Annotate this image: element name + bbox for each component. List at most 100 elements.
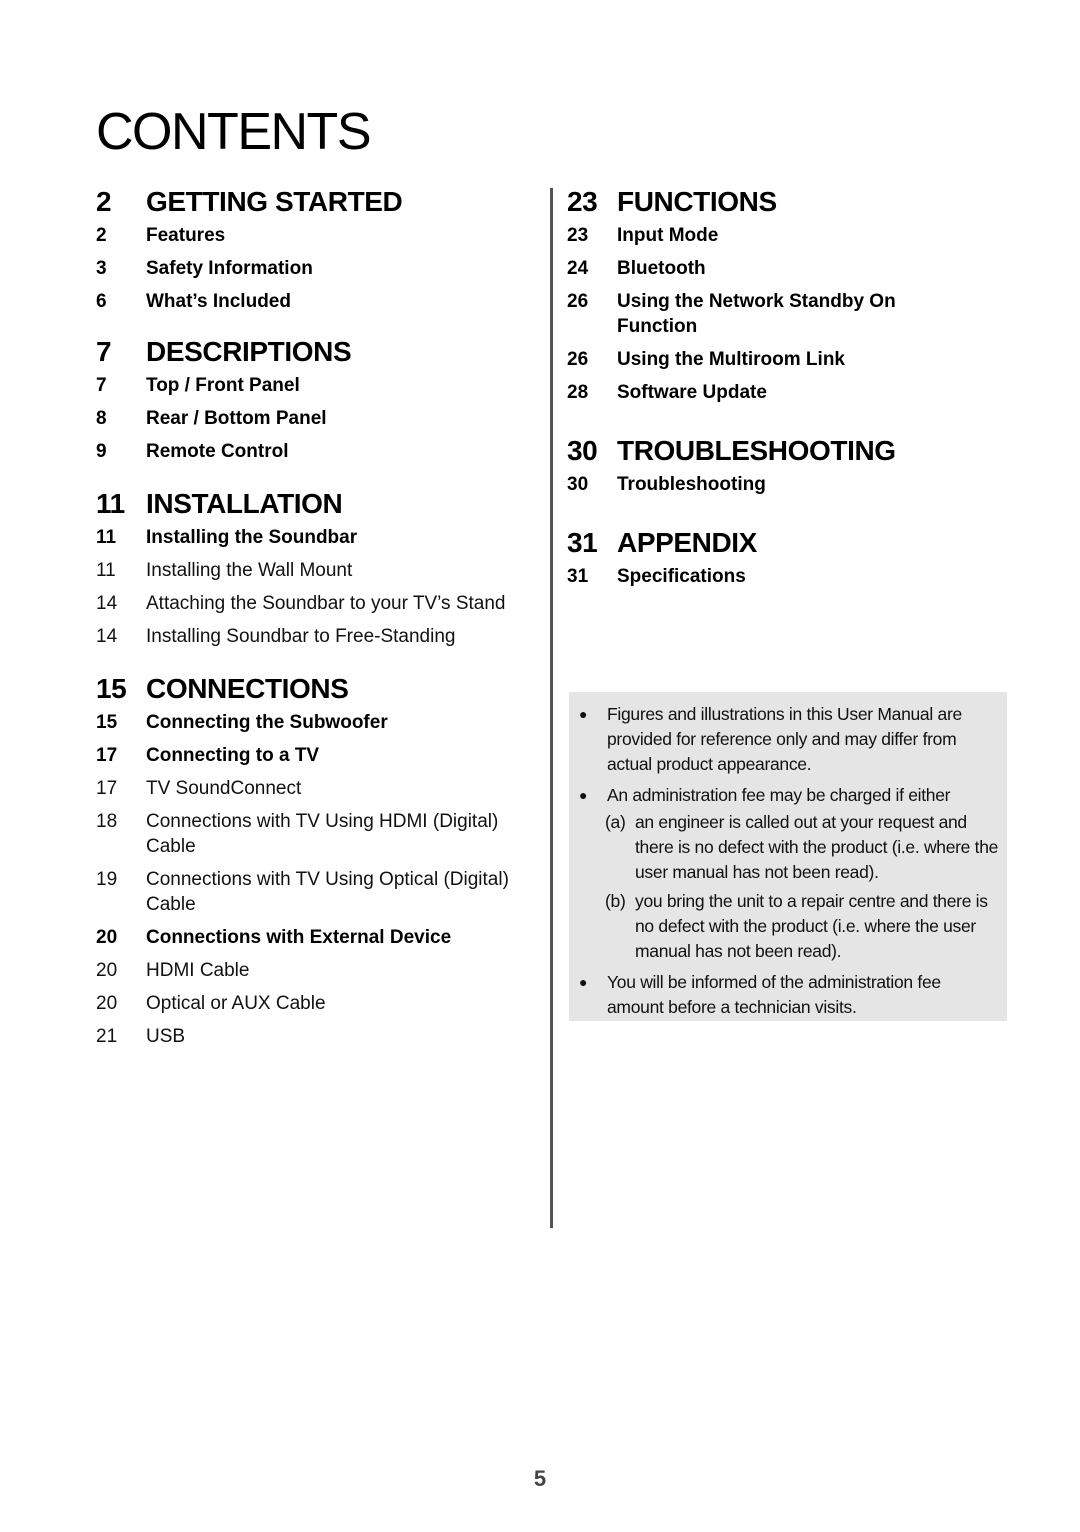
entry-label: Specifications [617,566,746,587]
section-page-number: 31 [567,527,598,558]
section-title: CONNECTIONS [146,673,349,704]
entry-page-number: 24 [567,258,589,279]
entry-page-number: 8 [96,408,107,429]
section-heading[interactable]: 15 CONNECTIONS [96,671,526,707]
section-heading[interactable]: 31 APPENDIX [567,525,1007,561]
toc-entry[interactable]: 18 Connections with TV Using HDMI (Digita… [96,809,526,859]
notice-bullet: ● An administration fee may be charged i… [577,783,999,808]
entry-label: Bluetooth [617,258,706,279]
entry-page-number: 21 [96,1026,118,1047]
toc-entry[interactable]: 14 Installing Soundbar to Free-Standing [96,624,526,649]
entry-page-number: 7 [96,375,107,396]
entry-label: HDMI Cable [146,960,250,981]
toc-entry[interactable]: 23 Input Mode [567,223,1007,248]
toc-entry[interactable]: 2 Features [96,223,526,248]
section-title: DESCRIPTIONS [146,336,352,367]
entry-label: Using the Network Standby On Function [617,291,896,337]
entry-page-number: 17 [96,745,118,766]
section-title: APPENDIX [617,527,757,558]
section-title: GETTING STARTED [146,186,403,217]
toc-entry[interactable]: 31 Specifications [567,564,1007,589]
bullet-icon: ● [579,706,588,722]
entry-page-number: 30 [567,474,589,495]
section-title: TROUBLESHOOTING [617,435,896,466]
entry-label: What’s Included [146,291,291,312]
entry-page-number: 9 [96,441,107,462]
toc-entry[interactable]: 20 Connections with External Device [96,925,526,950]
section-heading[interactable]: 30 TROUBLESHOOTING [567,433,1007,469]
entry-page-number: 18 [96,811,118,832]
notice-text: You will be informed of the administrati… [607,972,941,1017]
section-page-number: 23 [567,186,598,217]
notice-sub-item: (b) you bring the unit to a repair centr… [605,889,999,964]
toc-section: 30 TROUBLESHOOTING 30 Troubleshooting [567,433,1007,497]
sub-item-text: you bring the unit to a repair centre an… [635,891,988,961]
entry-label: Optical or AUX Cable [146,993,326,1014]
entry-page-number: 3 [96,258,107,279]
toc-section: 31 APPENDIX 31 Specifications [567,525,1007,589]
entry-page-number: 6 [96,291,107,312]
entry-page-number: 17 [96,778,118,799]
entry-page-number: 26 [567,349,589,370]
toc-entry[interactable]: 3 Safety Information [96,256,526,281]
toc-left-column: 2 GETTING STARTED 2 Features 3 Safety Info… [96,184,526,1071]
entry-page-number: 19 [96,869,118,890]
section-page-number: 30 [567,435,598,466]
notice-text: An administration fee may be charged if … [607,785,951,805]
toc-entry[interactable]: 9 Remote Control [96,439,526,464]
toc-entry[interactable]: 6 What’s Included [96,289,526,314]
notice-bullet: ● You will be informed of the administra… [577,970,999,1020]
toc-right-column: 23 FUNCTIONS 23 Input Mode 24 Bluetooth 26… [567,184,1007,611]
entry-label: Installing the Soundbar [146,527,358,548]
entry-page-number: 14 [96,626,118,647]
entry-label: Remote Control [146,441,289,462]
toc-entry[interactable]: 17 TV SoundConnect [96,776,526,801]
section-heading[interactable]: 2 GETTING STARTED [96,184,526,220]
toc-entry[interactable]: 19 Connections with TV Using Optical (Dig… [96,867,526,917]
notice-sub-item: (a) an engineer is called out at your re… [605,810,999,885]
entry-page-number: 23 [567,225,589,246]
toc-entry[interactable]: 20 Optical or AUX Cable [96,991,526,1016]
toc-entry[interactable]: 26 Using the Multiroom Link [567,347,1007,372]
toc-entry[interactable]: 26 Using the Network Standby On Function [567,289,1007,339]
bullet-icon: ● [579,974,588,990]
entry-page-number: 15 [96,712,118,733]
toc-entry[interactable]: 11 Installing the Soundbar [96,525,526,550]
column-divider [550,188,553,1228]
toc-entry[interactable]: 21 USB [96,1024,526,1049]
entry-page-number: 26 [567,291,589,312]
section-heading[interactable]: 23 FUNCTIONS [567,184,1007,220]
entry-label: TV SoundConnect [146,778,302,799]
notice-bullet: ● Figures and illustrations in this User… [577,702,999,777]
page-title: CONTENTS [96,103,372,161]
toc-entry[interactable]: 28 Software Update [567,380,1007,405]
toc-entry[interactable]: 8 Rear / Bottom Panel [96,406,526,431]
toc-entry[interactable]: 7 Top / Front Panel [96,373,526,398]
bullet-icon: ● [579,787,588,803]
entry-label: Installing Soundbar to Free-Standing [146,626,456,647]
section-heading[interactable]: 11 INSTALLATION [96,486,526,522]
entry-label: Troubleshooting [617,474,766,495]
toc-entry[interactable]: 15 Connecting the Subwoofer [96,710,526,735]
toc-entry[interactable]: 30 Troubleshooting [567,472,1007,497]
section-page-number: 2 [96,186,112,217]
toc-entry[interactable]: 24 Bluetooth [567,256,1007,281]
notice-box: ● Figures and illustrations in this User… [569,692,1007,1021]
toc-section: 2 GETTING STARTED 2 Features 3 Safety Info… [96,184,526,314]
toc-entry[interactable]: 20 HDMI Cable [96,958,526,983]
toc-entry[interactable]: 14 Attaching the Soundbar to your TV’s St… [96,591,526,616]
entry-page-number: 20 [96,960,118,981]
entry-page-number: 14 [96,593,118,614]
entry-label: Connections with External Device [146,927,452,948]
toc-entry[interactable]: 11 Installing the Wall Mount [96,558,526,583]
section-title: INSTALLATION [146,488,343,519]
entry-label: Connecting the Subwoofer [146,712,388,733]
toc-section: 15 CONNECTIONS 15 Connecting the Subwoofe… [96,671,526,1049]
entry-label: Safety Information [146,258,313,279]
entry-page-number: 2 [96,225,107,246]
entry-page-number: 11 [96,527,117,548]
page-number: 5 [533,1466,547,1491]
section-heading[interactable]: 7 DESCRIPTIONS [96,334,526,370]
entry-label: Rear / Bottom Panel [146,408,327,429]
toc-entry[interactable]: 17 Connecting to a TV [96,743,526,768]
